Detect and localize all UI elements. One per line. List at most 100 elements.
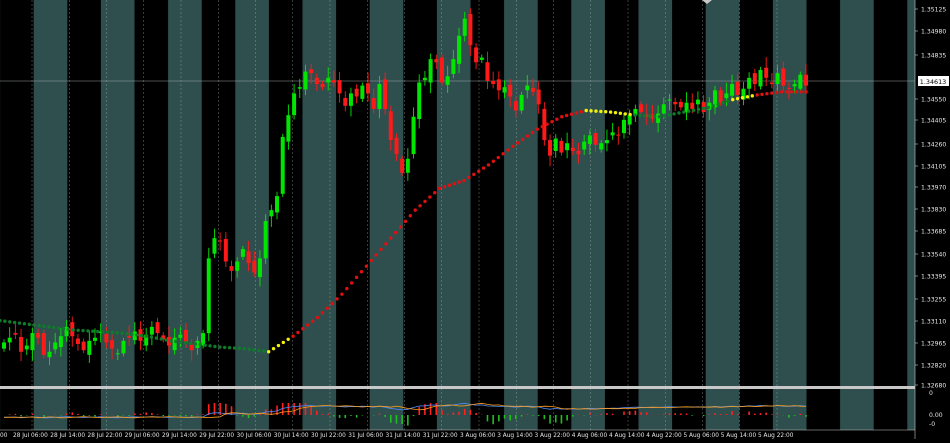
- session-band: [33, 0, 68, 430]
- candle-body: [530, 87, 535, 92]
- candle-body: [724, 93, 729, 99]
- candle-body: [496, 79, 501, 91]
- candle-body: [30, 333, 35, 351]
- trend-dot: [447, 183, 452, 187]
- trend-dot: [276, 343, 281, 348]
- price-chart[interactable]: 1.35125 1.34980 1.34835 1.34550 1.34405 1.342…: [0, 0, 950, 439]
- trend-dot: [672, 112, 676, 116]
- trend-dot: [501, 152, 505, 156]
- session-band: [100, 0, 135, 430]
- candle-body: [673, 101, 678, 105]
- candle-body: [519, 94, 524, 111]
- trend-dot: [696, 107, 701, 111]
- trend-dot: [27, 322, 32, 327]
- x-tick-label: 31 Jul 06:00: [348, 433, 383, 439]
- candle-body: [775, 73, 780, 85]
- candle-body: [792, 84, 797, 87]
- x-tick-label: 29 Jul 22:00: [199, 433, 234, 439]
- trend-dot: [281, 340, 286, 345]
- x-tick-label: 28 Jul 14:00: [50, 433, 85, 439]
- trend-dot: [657, 115, 662, 119]
- session-band: [571, 0, 606, 430]
- y-tick-label: 1.32965: [921, 340, 946, 347]
- session-band: [705, 0, 740, 430]
- trend-dot: [130, 332, 134, 337]
- y-tick-label: 1.34260: [921, 141, 946, 148]
- trend-dot: [569, 112, 574, 116]
- trend-dot: [643, 114, 647, 118]
- candle-body: [280, 136, 285, 194]
- candle-body: [576, 150, 581, 155]
- trend-dot: [516, 141, 520, 145]
- candle-body: [428, 59, 433, 83]
- y-tick-label: 1.35125: [921, 6, 946, 13]
- trend-dot: [393, 230, 398, 235]
- x-tick-label: 4 Aug 06:00: [572, 433, 608, 439]
- session-band: [134, 0, 169, 430]
- candle-body: [275, 196, 280, 213]
- trend-dot: [687, 109, 691, 113]
- trend-dot: [208, 344, 212, 348]
- candle-body: [24, 345, 29, 350]
- candle-body: [457, 35, 462, 64]
- trend-dot: [22, 322, 27, 326]
- trend-dot: [266, 350, 271, 354]
- candle-body: [582, 141, 587, 150]
- trend-dot: [506, 148, 510, 152]
- trend-dot: [794, 90, 798, 94]
- trend-dot: [579, 110, 583, 114]
- trend-dot: [203, 343, 207, 347]
- candle-body: [525, 85, 530, 91]
- candle-body: [87, 340, 92, 355]
- trend-dot: [183, 341, 188, 345]
- candle-body: [752, 73, 757, 85]
- candle-body: [53, 342, 58, 350]
- trend-dot: [110, 330, 115, 335]
- y-tick-label: 1.34405: [921, 117, 946, 124]
- trend-dot: [237, 346, 242, 351]
- trend-dot: [398, 225, 403, 229]
- trend-dot: [413, 208, 417, 212]
- x-tick-label: 30 Jul 22:00: [311, 433, 346, 439]
- x-tick-label: 3 Aug 14:00: [497, 433, 533, 439]
- session-band: [268, 0, 303, 430]
- session-band: [369, 0, 404, 430]
- trend-dot: [472, 172, 476, 177]
- candle-body: [115, 353, 120, 355]
- session-band: [739, 0, 774, 430]
- candle-body: [75, 338, 80, 344]
- x-tick-label: 5 Aug 06:00: [684, 433, 720, 439]
- session-band: [537, 0, 572, 430]
- trend-dot: [799, 90, 803, 94]
- trend-dot: [193, 342, 198, 346]
- candle-body: [462, 18, 467, 36]
- trend-dot: [384, 242, 388, 246]
- trend-dot: [306, 323, 310, 327]
- trend-dot: [594, 109, 598, 113]
- candle-body: [508, 84, 513, 97]
- candle-body: [553, 138, 558, 151]
- trend-dot: [379, 247, 383, 252]
- trend-dot: [252, 348, 256, 352]
- candle-body: [337, 80, 342, 94]
- candle-body: [735, 81, 740, 95]
- candle-body: [246, 251, 251, 264]
- trend-dot: [364, 264, 369, 268]
- trend-dot: [262, 349, 266, 353]
- x-tick-label: 28 Jul 22:00: [88, 433, 123, 439]
- trend-dot: [652, 114, 657, 119]
- trend-dot: [774, 90, 779, 95]
- session-band: [504, 0, 539, 430]
- trend-dot: [667, 113, 671, 117]
- trend-dot: [32, 323, 36, 327]
- session-band: [638, 0, 673, 430]
- trend-dot: [52, 325, 56, 330]
- candle-body: [439, 57, 444, 83]
- candle-body: [593, 133, 598, 145]
- trend-dot: [520, 137, 525, 142]
- y-tick-label: 1.33685: [921, 228, 946, 235]
- trend-dot: [71, 328, 75, 332]
- trend-dot: [408, 214, 413, 218]
- candle-body: [616, 134, 621, 136]
- trend-dot: [457, 180, 461, 184]
